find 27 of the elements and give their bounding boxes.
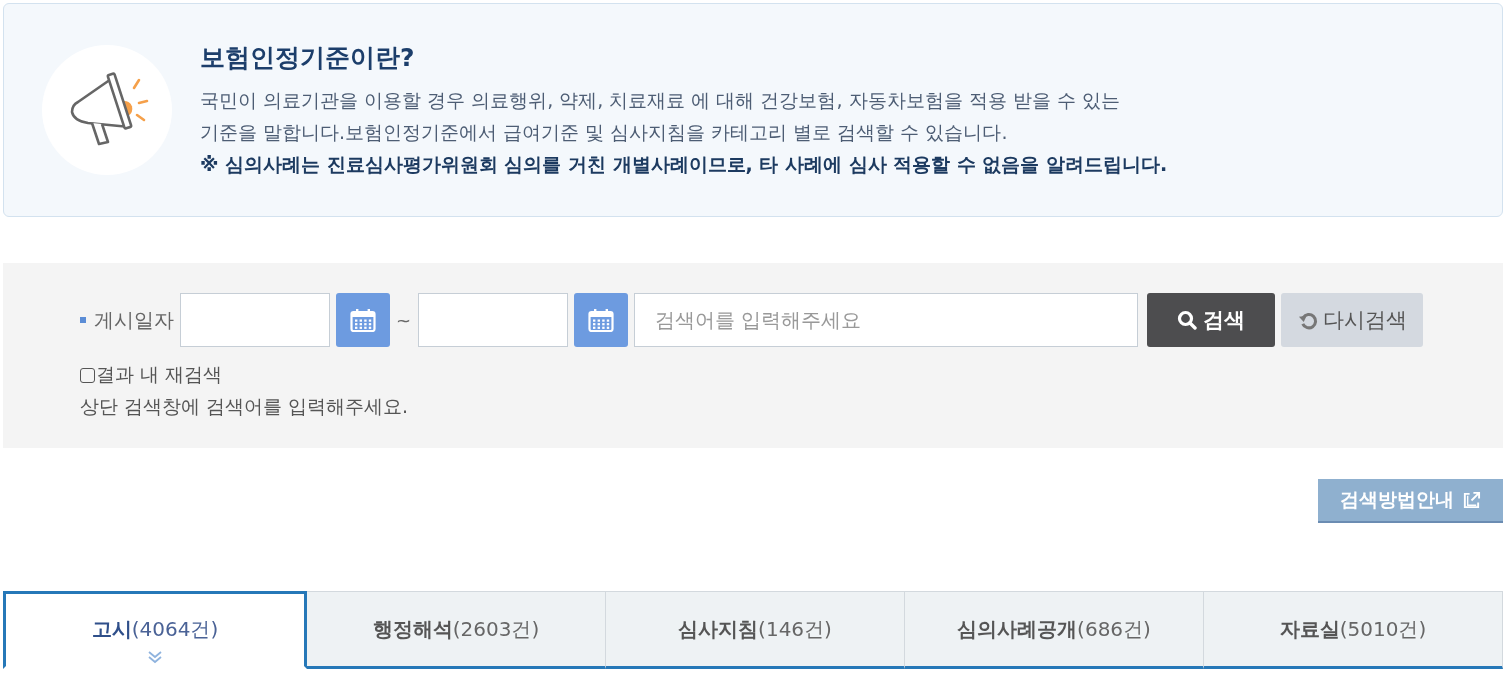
- calendar-button[interactable]: [574, 293, 629, 347]
- search-button[interactable]: 검색: [1147, 293, 1276, 347]
- square-bullet-icon: [80, 317, 86, 323]
- category-tab[interactable]: 고시(4064건): [3, 591, 307, 669]
- notice-description: 국민이 의료기관을 이용할 경우 의료행위, 약제, 치료재료 에 대해 건강보험, 자동차보험을 적용 받을 수 있는 기준을 말합니다.보험인정기준에서 급여기준 및 심사지침을 카테고리 별로 검색할 수 있습니다.: [200, 87, 1120, 145]
- search-icon: [1177, 310, 1198, 330]
- search-field[interactable]: 검색어를 입력해주세요: [634, 293, 1139, 347]
- megaphone-icon: [42, 45, 172, 175]
- calendar-icon: [588, 308, 615, 332]
- reset-search-button[interactable]: 다시검색: [1281, 293, 1424, 347]
- double-chevron-down-icon: [147, 650, 163, 664]
- checkbox-label: 결과 내 재검색: [96, 362, 223, 387]
- end-date-field[interactable]: [418, 293, 569, 347]
- checkbox[interactable]: [80, 367, 95, 383]
- notice-title: 보험인정기준이란?: [200, 41, 415, 74]
- category-tab[interactable]: 자료실(5010건): [1204, 591, 1503, 669]
- category-tab[interactable]: 심사지침(146건): [606, 591, 905, 669]
- date-label: 게시일자: [94, 306, 174, 334]
- category-tab[interactable]: 심의사례공개(686건): [905, 591, 1204, 669]
- category-tab[interactable]: 행정해석(2603건): [307, 591, 606, 669]
- search-hint: 상단 검색창에 검색어를 입력해주세요.: [80, 394, 409, 419]
- date-separator: ~: [396, 309, 412, 331]
- external-link-icon: [1462, 490, 1481, 510]
- notice-warning: ※ 심의사례는 진료심사평가위원회 심의를 거친 개별사례이므로, 타 사례에 심사 적용할 수 없음을 알려드립니다.: [200, 151, 1168, 177]
- calendar-icon: [350, 308, 376, 332]
- calendar-button[interactable]: [336, 293, 390, 347]
- start-date-field[interactable]: [180, 293, 330, 347]
